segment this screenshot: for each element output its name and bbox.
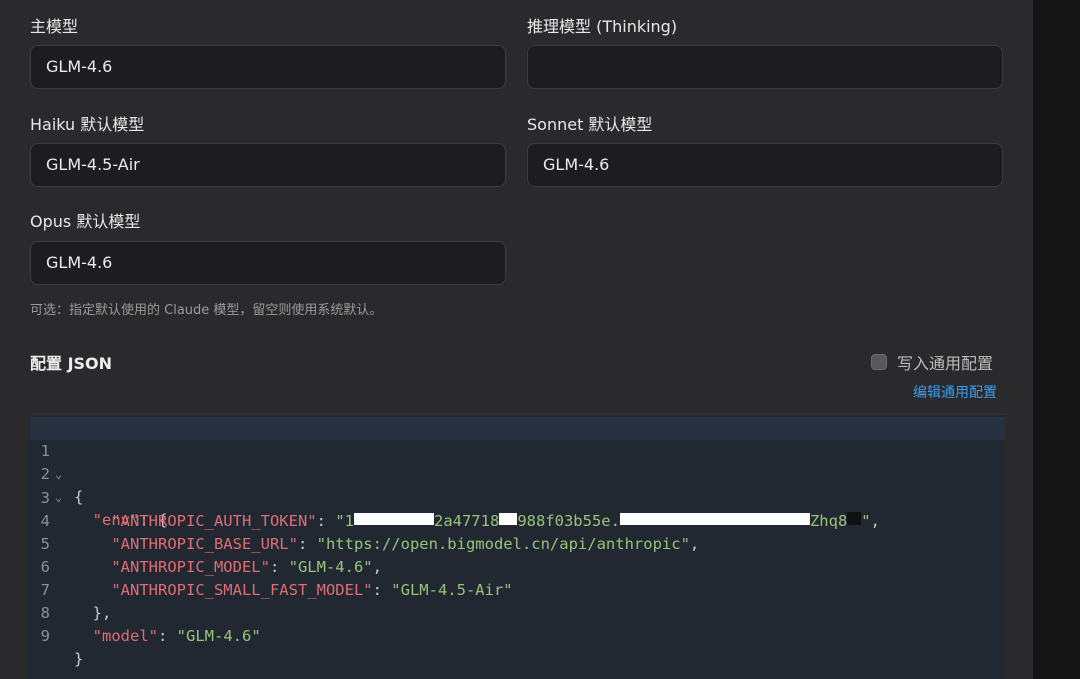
opus-model-input[interactable]: GLM-4.6 bbox=[30, 241, 506, 285]
redacted-block bbox=[847, 510, 862, 533]
code-line: 1 ⌄ { bbox=[30, 417, 1005, 506]
brace-close: } bbox=[74, 650, 84, 668]
settings-panel: 主模型 GLM-4.6 推理模型 (Thinking) Haiku 默认模型 G… bbox=[0, 0, 1033, 679]
line-number: 9 bbox=[40, 627, 50, 645]
opus-model-label: Opus 默认模型 bbox=[30, 212, 141, 231]
sonnet-model-input[interactable]: GLM-4.6 bbox=[527, 143, 1003, 187]
config-json-title: 配置 JSON bbox=[30, 354, 113, 373]
main-model-label: 主模型 bbox=[30, 17, 79, 36]
haiku-model-label: Haiku 默认模型 bbox=[30, 115, 145, 134]
code-line: 3 "ANTHROPIC_AUTH_TOKEN": "1 2a47718 988f0… bbox=[30, 464, 880, 530]
json-key-model: "model" bbox=[92, 627, 158, 645]
write-common-config-toggle[interactable]: 写入通用配置 bbox=[871, 350, 993, 374]
code-line: 6 "ANTHROPIC_SMALL_FAST_MODEL": "GLM-4.5… bbox=[30, 533, 513, 599]
code-line: 2 ⌄ "env": { bbox=[30, 440, 168, 529]
json-key-base-url: "ANTHROPIC_BASE_URL" bbox=[111, 535, 298, 553]
sonnet-model-label: Sonnet 默认模型 bbox=[527, 115, 653, 134]
redacted-block bbox=[499, 510, 518, 533]
redacted-block bbox=[353, 510, 434, 533]
json-value-auth-token-end: Zhq8 bbox=[809, 512, 848, 530]
window-edge bbox=[1033, 0, 1080, 679]
write-common-config-label: 写入通用配置 bbox=[897, 354, 994, 373]
code-line: 7 }, bbox=[30, 556, 112, 622]
env-close-brace: }, bbox=[92, 604, 112, 622]
code-line: 4 "ANTHROPIC_BASE_URL": "https://open.bi… bbox=[30, 487, 700, 553]
haiku-model-input[interactable]: GLM-4.5-Air bbox=[30, 143, 506, 187]
thinking-model-label: 推理模型 (Thinking) bbox=[527, 17, 678, 36]
code-line: 8 "model": "GLM-4.6" bbox=[30, 579, 261, 645]
json-key-small-fast-model: "ANTHROPIC_SMALL_FAST_MODEL" bbox=[111, 581, 373, 599]
main-model-input[interactable]: GLM-4.6 bbox=[30, 45, 506, 89]
json-value-anthropic-model: "GLM-4.6" bbox=[288, 558, 373, 576]
json-value-small-fast-model: "GLM-4.5-Air" bbox=[391, 581, 513, 599]
json-value-auth-token-mid2: 988f03b55e. bbox=[517, 512, 620, 530]
json-value-base-url: "https://open.bigmodel.cn/api/anthropic" bbox=[316, 535, 690, 553]
thinking-model-input[interactable] bbox=[527, 45, 1003, 89]
write-common-config-checkbox[interactable] bbox=[871, 354, 887, 370]
json-value-auth-token-mid1: 2a47718 bbox=[433, 512, 500, 530]
json-key-anthropic-model: "ANTHROPIC_MODEL" bbox=[111, 558, 270, 576]
edit-common-config-link[interactable]: 编辑通用配置 bbox=[913, 382, 997, 402]
json-value-model: "GLM-4.6" bbox=[176, 627, 261, 645]
code-line: 5 "ANTHROPIC_MODEL": "GLM-4.6", bbox=[30, 510, 382, 576]
json-editor[interactable]: 1 ⌄ { 2 ⌄ "env": { 3 "ANTHROPIC_AUTH_TOK… bbox=[30, 414, 1005, 679]
redacted-block bbox=[619, 510, 810, 533]
json-value-auth-token-start: "1 bbox=[335, 512, 354, 530]
model-hint-text: 可选：指定默认使用的 Claude 模型，留空则使用系统默认。 bbox=[30, 303, 383, 318]
json-key-auth-token: "ANTHROPIC_AUTH_TOKEN" bbox=[111, 512, 317, 530]
code-line: 9 } bbox=[30, 602, 86, 668]
